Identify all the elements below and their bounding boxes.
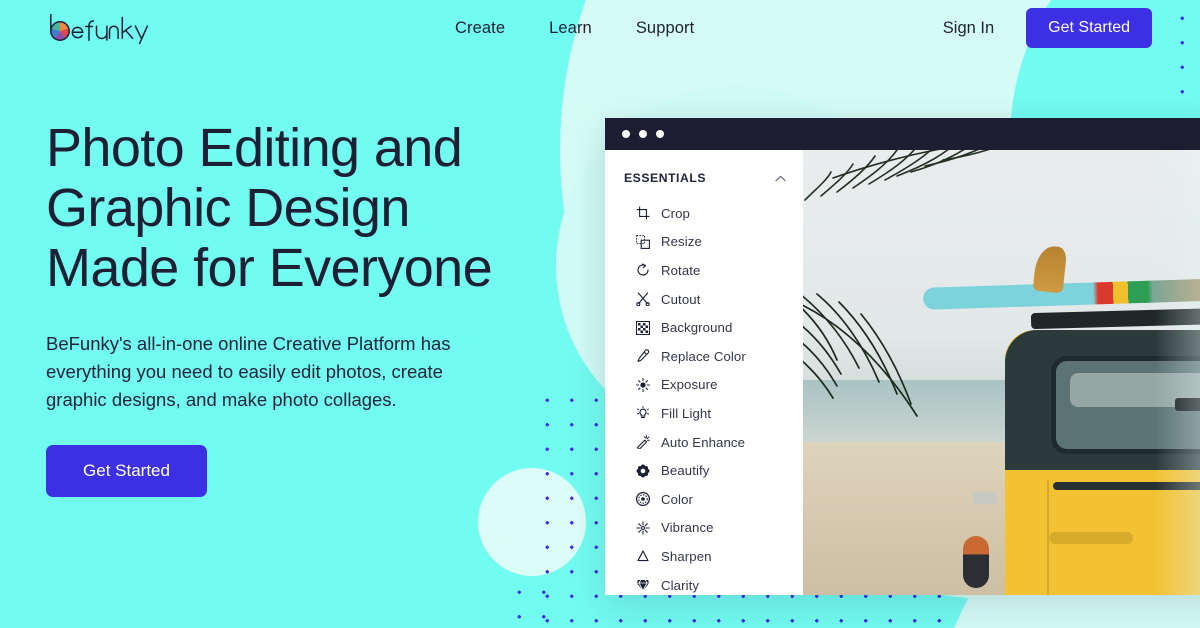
panel-item-label: Exposure: [661, 377, 718, 393]
editor-window: ESSENTIALS Crop Resize Rotate Cutout Bac…: [605, 118, 1200, 595]
panel-item-label: Replace Color: [661, 348, 746, 364]
panel-item-replace-color[interactable]: Replace Color: [605, 342, 803, 371]
panel-item-color[interactable]: Color: [605, 485, 803, 514]
crop-icon: [635, 206, 650, 221]
rotate-icon: [635, 263, 650, 278]
page-title: Photo Editing and Graphic Design Made fo…: [46, 118, 493, 298]
landing-page: Create Learn Support Sign In Get Started…: [0, 0, 1200, 628]
palm-frond-top-icon: [804, 150, 990, 201]
van-door-handle: [973, 492, 997, 504]
panel-item-vibrance[interactable]: Vibrance: [605, 514, 803, 543]
triangle-icon: [635, 549, 650, 564]
panel-item-beautify[interactable]: Beautify: [605, 456, 803, 485]
get-started-header-button[interactable]: Get Started: [1026, 8, 1152, 48]
panel-item-label: Resize: [661, 234, 702, 250]
panel-item-label: Color: [661, 491, 694, 507]
header-actions: Sign In Get Started: [943, 0, 1152, 56]
flower-icon: [635, 463, 650, 478]
eyedropper-icon: [635, 349, 650, 364]
sparkle-icon: [635, 520, 650, 535]
panel-item-label: Cutout: [661, 291, 701, 307]
panel-item-label: Sharpen: [661, 548, 712, 564]
hero-description: BeFunky's all-in-one online Creative Pla…: [46, 333, 451, 410]
chevron-up-icon[interactable]: [775, 175, 786, 182]
site-header: Create Learn Support Sign In Get Started: [0, 0, 1200, 56]
van-rear-handle: [1049, 532, 1133, 544]
editor-photo-canvas[interactable]: [803, 150, 1200, 595]
window-titlebar: [605, 118, 1200, 150]
logo[interactable]: [46, 8, 158, 48]
scissors-icon: [635, 292, 650, 307]
panel-item-auto-enhance[interactable]: Auto Enhance: [605, 428, 803, 457]
sign-in-link[interactable]: Sign In: [943, 19, 994, 38]
hero-section: Photo Editing and Graphic Design Made fo…: [46, 118, 516, 497]
magic-wand-icon: [635, 435, 650, 450]
window-dot-2[interactable]: [639, 130, 647, 138]
essentials-panel-header[interactable]: ESSENTIALS: [605, 165, 803, 191]
sun-icon: [635, 377, 650, 392]
panel-item-label: Auto Enhance: [661, 434, 746, 450]
editor-body: ESSENTIALS Crop Resize Rotate Cutout Bac…: [605, 150, 1200, 595]
main-nav: Create Learn Support: [455, 0, 694, 56]
diamond-icon: [635, 578, 650, 593]
panel-item-rotate[interactable]: Rotate: [605, 256, 803, 285]
panel-item-crop[interactable]: Crop: [605, 199, 803, 228]
panel-item-clarity[interactable]: Clarity: [605, 571, 803, 595]
panel-item-label: Rotate: [661, 262, 701, 278]
nav-item-create[interactable]: Create: [455, 19, 505, 38]
get-started-hero-button[interactable]: Get Started: [46, 445, 207, 497]
panel-item-label: Vibrance: [661, 520, 714, 536]
decorative-dot-grid-lower-left: [505, 578, 565, 628]
photo-edge-fade: [1155, 150, 1200, 595]
panel-item-resize[interactable]: Resize: [605, 228, 803, 257]
panel-item-fill-light[interactable]: Fill Light: [605, 399, 803, 428]
essentials-title: ESSENTIALS: [624, 171, 707, 185]
panel-item-sharpen[interactable]: Sharpen: [605, 542, 803, 571]
panel-item-label: Beautify: [661, 463, 710, 479]
resize-icon: [635, 234, 650, 249]
panel-item-label: Fill Light: [661, 405, 712, 421]
color-wheel-icon: [635, 492, 650, 507]
nav-item-support[interactable]: Support: [636, 19, 695, 38]
aperture-color-icon: [50, 14, 149, 45]
panel-item-background[interactable]: Background: [605, 313, 803, 342]
panel-item-label: Clarity: [661, 577, 700, 593]
essentials-panel: ESSENTIALS Crop Resize Rotate Cutout Bac…: [605, 150, 803, 595]
panel-item-cutout[interactable]: Cutout: [605, 285, 803, 314]
panel-item-exposure[interactable]: Exposure: [605, 371, 803, 400]
nav-item-learn[interactable]: Learn: [549, 19, 592, 38]
window-dot-1[interactable]: [622, 130, 630, 138]
window-dot-3[interactable]: [656, 130, 664, 138]
essentials-item-list: Crop Resize Rotate Cutout Background Rep…: [605, 199, 803, 595]
panel-item-label: Background: [661, 320, 733, 336]
checkerboard-icon: [635, 320, 650, 335]
van-taillight: [963, 536, 989, 588]
panel-item-label: Crop: [661, 205, 690, 221]
bulb-icon: [635, 406, 650, 421]
